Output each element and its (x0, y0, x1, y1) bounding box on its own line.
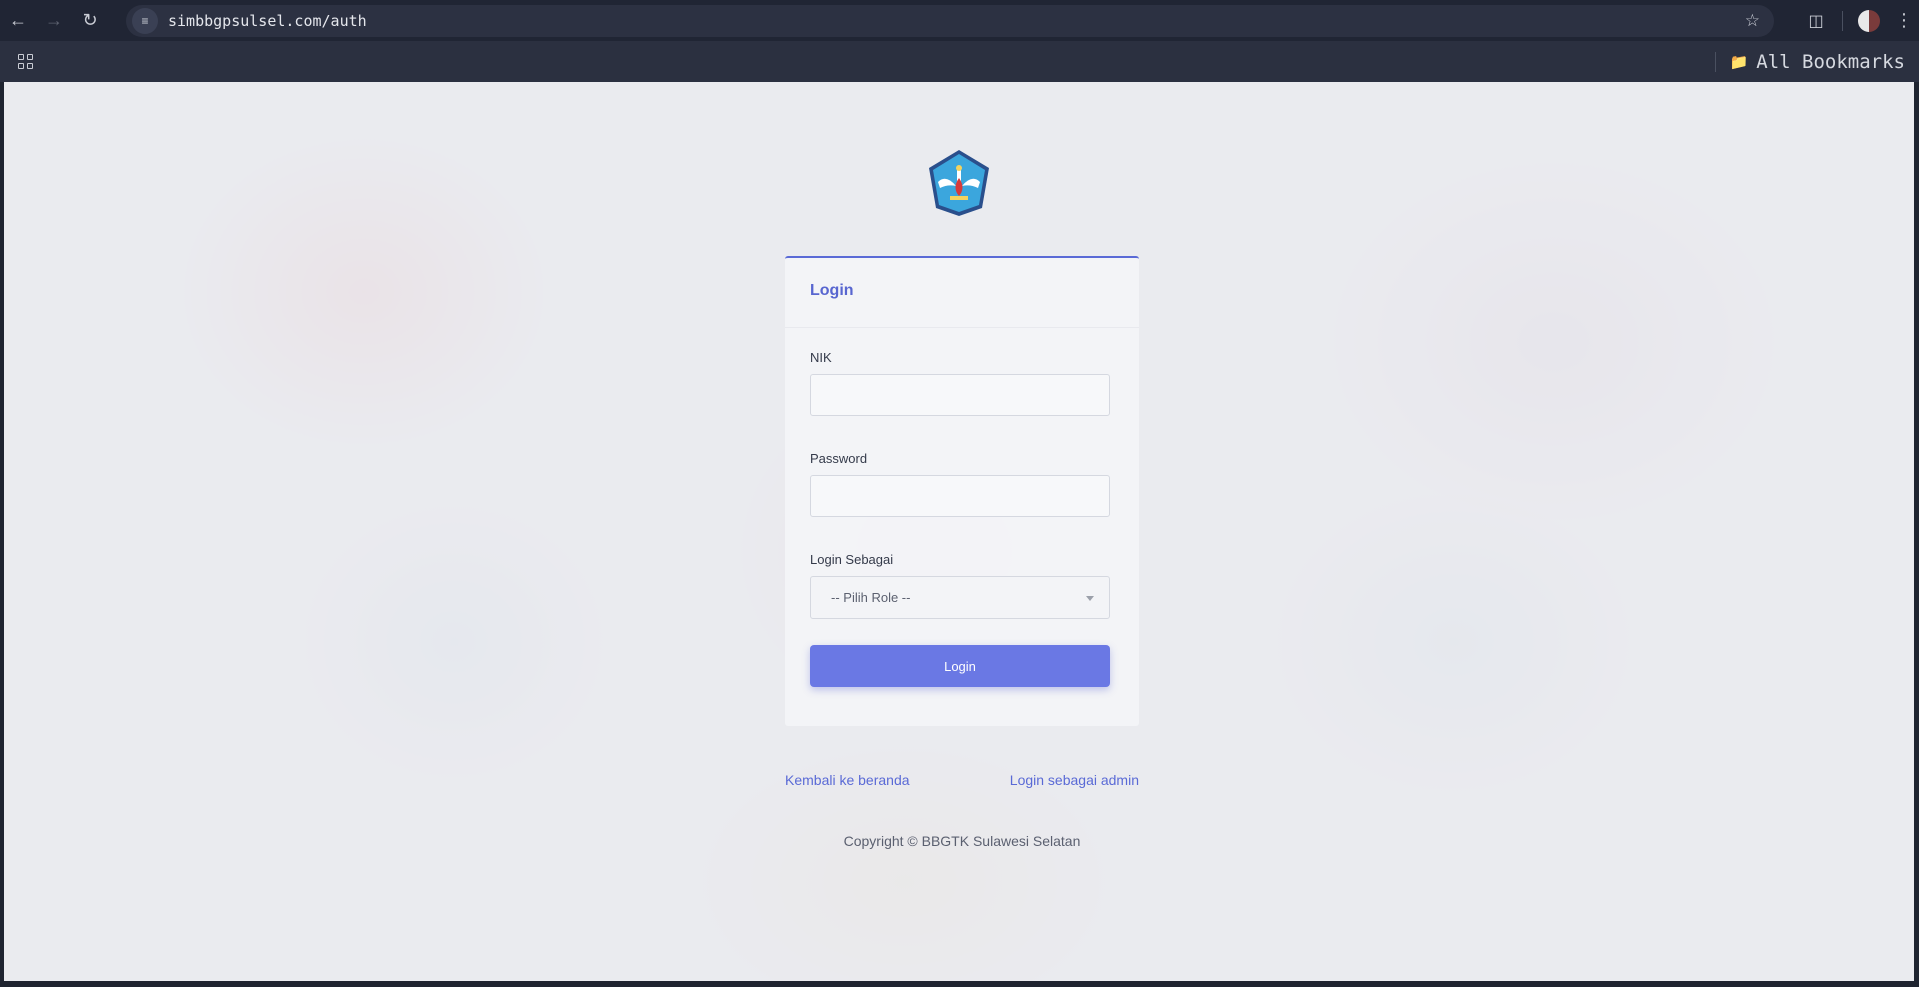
puzzle-icon[interactable]: ◫ (1796, 0, 1836, 41)
star-icon[interactable]: ☆ (1745, 11, 1760, 31)
folder-icon: 📁 (1729, 53, 1749, 71)
role-select-value: -- Pilih Role -- (831, 590, 911, 605)
nik-label: NIK (810, 350, 832, 365)
url-text[interactable]: simbbgpsulsel.com/auth (168, 12, 367, 30)
card-header: Login (785, 258, 1139, 328)
address-bar[interactable]: ≡ simbbgpsulsel.com/auth ☆ (126, 5, 1774, 37)
site-info-icon[interactable]: ≡ (132, 8, 158, 34)
browser-toolbar: ← → ↻ ≡ simbbgpsulsel.com/auth ☆ ◫ ⋮ (0, 0, 1919, 41)
footer-links: Kembali ke beranda Login sebagai admin (785, 772, 1139, 788)
login-form: NIK Password Login Sebagai -- Pilih Role… (785, 328, 1139, 709)
login-card: Login NIK Password Login Sebagai -- Pili… (785, 256, 1139, 726)
bookmarks-divider (1714, 51, 1716, 72)
reload-icon: ↻ (82, 10, 98, 30)
copyright-text: Copyright © BBGTK Sulawesi Selatan (843, 833, 1081, 849)
admin-login-link[interactable]: Login sebagai admin (1010, 772, 1139, 788)
role-select[interactable]: -- Pilih Role -- (810, 576, 1110, 619)
tut-wuri-handayani-logo (929, 150, 989, 216)
login-button[interactable]: Login (810, 645, 1110, 687)
forward-button[interactable]: → (36, 0, 72, 41)
arrow-left-icon: ← (9, 10, 27, 30)
bookmarks-bar: 📁 All Bookmarks (0, 41, 1919, 82)
toolbar-divider (1842, 10, 1843, 31)
page-viewport: Login NIK Password Login Sebagai -- Pili… (4, 82, 1914, 981)
password-input[interactable] (810, 475, 1110, 517)
all-bookmarks-button[interactable]: All Bookmarks (1756, 51, 1905, 73)
chevron-down-icon (1086, 596, 1094, 601)
password-label: Password (810, 451, 868, 466)
profile-avatar[interactable] (1858, 9, 1880, 32)
kebab-menu-icon[interactable]: ⋮ (1889, 0, 1919, 41)
card-title: Login (810, 282, 854, 299)
arrow-right-icon: → (45, 10, 63, 30)
reload-button[interactable]: ↻ (72, 0, 108, 41)
role-label: Login Sebagai (810, 552, 894, 567)
back-button[interactable]: ← (0, 0, 36, 41)
back-to-home-link[interactable]: Kembali ke beranda (785, 772, 910, 788)
nik-input[interactable] (810, 374, 1110, 416)
apps-grid-icon[interactable] (13, 50, 37, 74)
